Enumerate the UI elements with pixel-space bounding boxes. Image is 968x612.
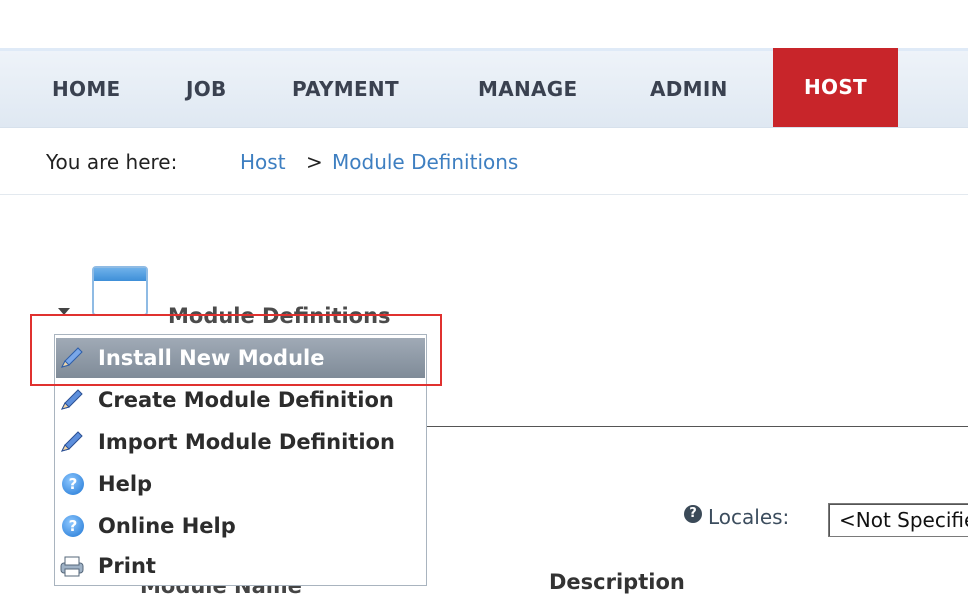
column-header-description[interactable]: Description bbox=[549, 570, 685, 594]
menu-item-label: Help bbox=[98, 472, 153, 496]
locales-select[interactable]: <Not Specified> bbox=[828, 503, 968, 537]
menu-item-create-module-definition[interactable]: Create Module Definition bbox=[56, 380, 425, 420]
menu-item-import-module-definition[interactable]: Import Module Definition bbox=[56, 422, 425, 462]
menu-item-print[interactable]: Print bbox=[56, 546, 425, 586]
breadcrumb-module-definitions[interactable]: Module Definitions bbox=[332, 150, 518, 174]
menu-item-help[interactable]: ? Help bbox=[56, 464, 425, 504]
help-icon[interactable]: ? bbox=[684, 505, 702, 523]
help-icon: ? bbox=[62, 515, 84, 537]
breadcrumb-label: You are here: bbox=[46, 150, 178, 174]
menu-item-label: Create Module Definition bbox=[98, 388, 394, 412]
pencil-icon bbox=[61, 431, 83, 452]
nav-job[interactable]: JOB bbox=[186, 51, 227, 127]
help-icon: ? bbox=[62, 473, 84, 495]
nav-manage[interactable]: MANAGE bbox=[478, 51, 577, 127]
divider bbox=[425, 426, 968, 427]
breadcrumb-separator: > bbox=[306, 150, 323, 174]
pencil-icon bbox=[61, 389, 83, 410]
window-icon[interactable] bbox=[92, 266, 148, 316]
nav-payment[interactable]: PAYMENT bbox=[292, 51, 399, 127]
main-nav: HOME JOB PAYMENT MANAGE ADMIN HOST bbox=[0, 48, 968, 128]
menu-item-label: Import Module Definition bbox=[98, 430, 395, 454]
nav-host[interactable]: HOST bbox=[773, 48, 898, 127]
locales-label: Locales: bbox=[708, 505, 790, 529]
print-icon bbox=[60, 556, 84, 577]
menu-item-label: Print bbox=[98, 554, 156, 578]
nav-admin[interactable]: ADMIN bbox=[650, 51, 728, 127]
highlight-box bbox=[30, 314, 442, 386]
nav-home[interactable]: HOME bbox=[52, 51, 121, 127]
menu-item-label: Online Help bbox=[98, 514, 236, 538]
breadcrumb-host[interactable]: Host bbox=[240, 150, 286, 174]
menu-item-online-help[interactable]: ? Online Help bbox=[56, 506, 425, 546]
